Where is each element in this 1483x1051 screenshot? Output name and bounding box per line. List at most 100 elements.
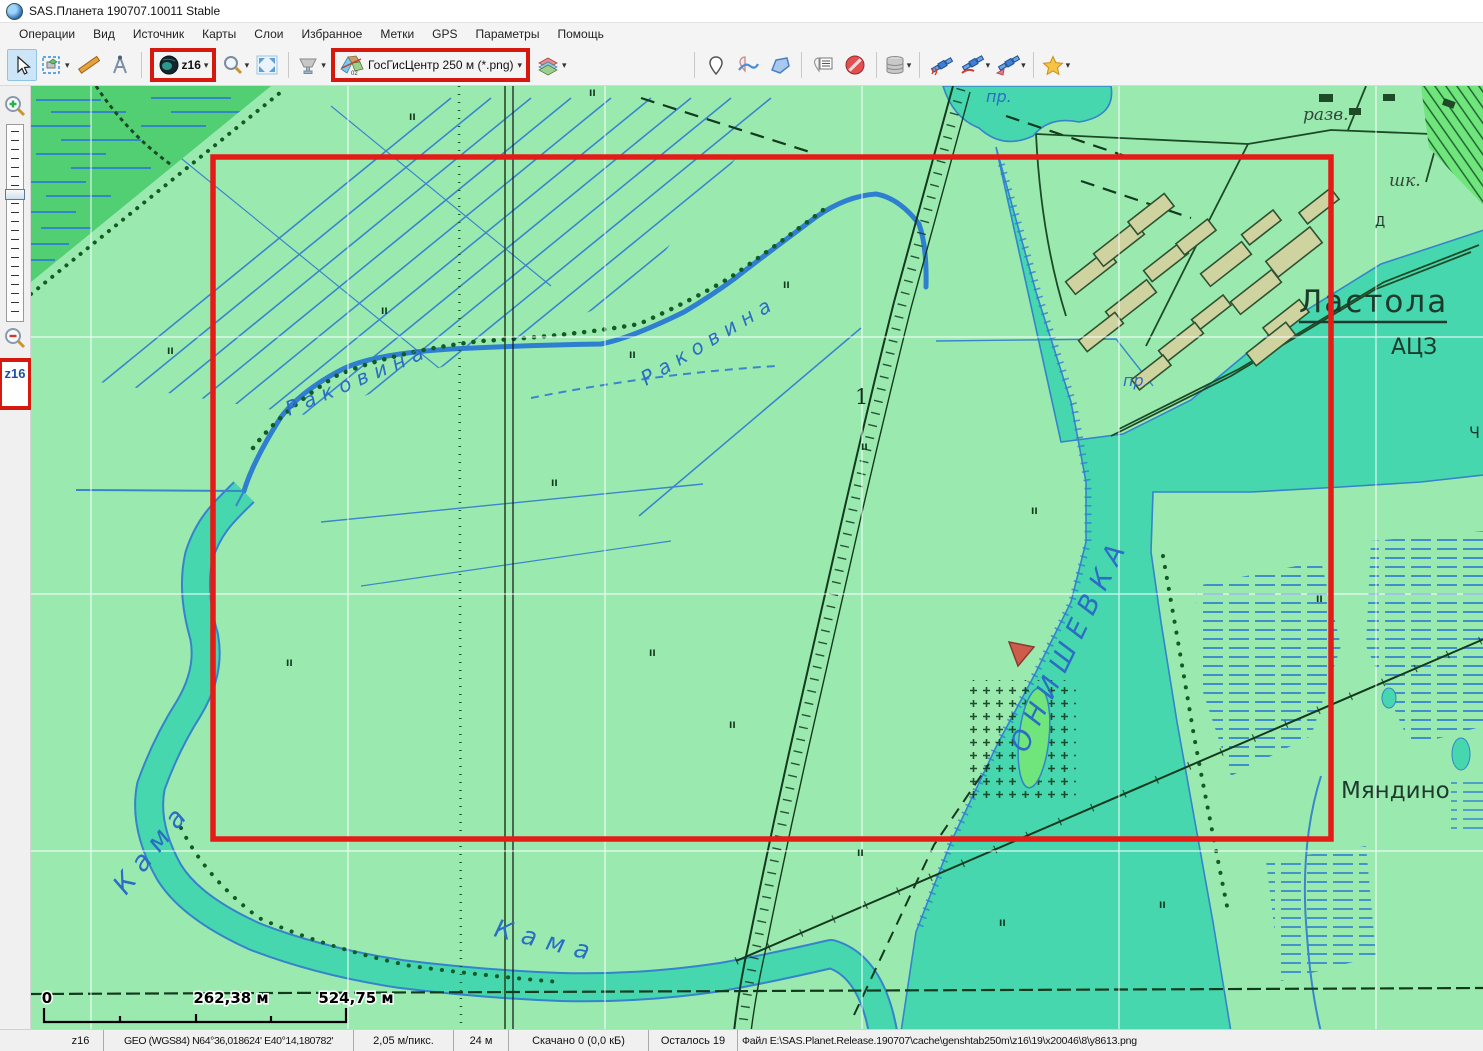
cursor-tool-button[interactable]: [7, 49, 37, 81]
label-lastola: Ластола: [1299, 284, 1448, 320]
svg-text:II: II: [857, 849, 864, 859]
selection-tool-button[interactable]: ▾: [39, 49, 71, 81]
compass-icon: [109, 54, 131, 76]
menu-view[interactable]: Вид: [84, 25, 124, 43]
label-acz: АЦЗ: [1391, 335, 1437, 360]
zoom-in-icon[interactable]: [3, 94, 27, 120]
toolbar: ▾ z16 ▾: [0, 45, 1483, 86]
menu-gps[interactable]: GPS: [423, 25, 466, 43]
path-placemark-icon: [736, 54, 760, 76]
placemark-list-button[interactable]: [808, 49, 838, 81]
zoom-slider[interactable]: [6, 124, 24, 322]
gps-satellite-icon: [928, 53, 954, 77]
map-viewport[interactable]: IIII IIII IIII IIII IIII IIII IIII IIII …: [31, 86, 1483, 1029]
label-d: Д: [1375, 215, 1385, 230]
add-placemark-button[interactable]: [701, 49, 731, 81]
scale-mid: 262,38 м: [193, 989, 268, 1007]
status-spacer: [0, 1030, 58, 1051]
add-path-button[interactable]: [733, 49, 763, 81]
label-pr-top: пр.: [986, 87, 1012, 106]
gps-connect-button[interactable]: [926, 49, 956, 81]
compass-tool-button[interactable]: [105, 49, 135, 81]
window-title: SAS.Планета 190707.10011 Stable: [29, 4, 220, 18]
status-coordinates: GEO (WGS84) N64°36,018624' E40°14,180782…: [104, 1030, 354, 1051]
dropdown-arrow-icon[interactable]: ▾: [1066, 60, 1071, 71]
map-canvas[interactable]: IIII IIII IIII IIII IIII IIII IIII IIII …: [31, 86, 1483, 1029]
gps-marker-icon: [994, 53, 1020, 77]
label-myandino: Мяндино: [1341, 778, 1450, 804]
map-source-selector[interactable]: 02 ГосГисЦентр 250 м (*.png) ▾: [338, 49, 523, 81]
status-downloaded: Скачано 0 (0,0 кБ): [509, 1030, 649, 1051]
dropdown-arrow-icon[interactable]: ▾: [986, 60, 991, 71]
star-icon: [1041, 54, 1065, 76]
label-razv: разв.: [1303, 105, 1349, 125]
globe-icon: [158, 54, 180, 76]
magnifier-icon: [222, 54, 244, 76]
status-resolution: 2,05 м/пикс.: [354, 1030, 454, 1051]
zoom-selector-value: z16: [182, 58, 201, 72]
status-altitude: 24 м: [454, 1030, 509, 1051]
toolbar-separator: [1033, 52, 1034, 78]
app-window: SAS.Планета 190707.10011 Stable Операции…: [0, 0, 1483, 1051]
favorites-button[interactable]: ▾: [1040, 49, 1072, 81]
layers-button[interactable]: ▾: [534, 49, 568, 81]
ruler-icon: [76, 54, 100, 76]
menu-layers[interactable]: Слои: [245, 25, 292, 43]
layers-icon: [535, 54, 561, 76]
toolbar-separator: [288, 52, 289, 78]
polygon-placemark-icon: [768, 54, 792, 76]
status-remaining: Осталось 19: [649, 1030, 738, 1051]
svg-text:II: II: [999, 919, 1006, 929]
database-icon: [884, 54, 906, 76]
gps-marker-button[interactable]: ▾: [993, 49, 1027, 81]
menu-settings[interactable]: Параметры: [467, 25, 549, 43]
map-source-highlight: 02 ГосГисЦентр 250 м (*.png) ▾: [331, 48, 530, 82]
cache-mode-button[interactable]: ▾: [295, 49, 327, 81]
no-entry-icon: [843, 54, 867, 76]
ruler-tool-button[interactable]: [73, 49, 103, 81]
menu-placemarks[interactable]: Метки: [371, 25, 423, 43]
zoom-out-icon[interactable]: [3, 326, 27, 352]
svg-text:II: II: [589, 89, 596, 99]
gps-track-button[interactable]: ▾: [958, 49, 992, 81]
dropdown-arrow-icon[interactable]: ▾: [907, 60, 912, 71]
svg-text:II: II: [1316, 595, 1323, 605]
search-button[interactable]: ▾: [220, 49, 250, 81]
dropdown-arrow-icon[interactable]: ▾: [204, 60, 209, 71]
fullscreen-button[interactable]: [252, 49, 282, 81]
toolbar-separator: [801, 52, 802, 78]
svg-text:II: II: [286, 659, 293, 669]
status-bar: z16 GEO (WGS84) N64°36,018624' E40°14,18…: [0, 1029, 1483, 1051]
dropdown-arrow-icon[interactable]: ▾: [65, 60, 70, 71]
hide-placemarks-button[interactable]: [840, 49, 870, 81]
menu-help[interactable]: Помощь: [548, 25, 612, 43]
svg-text:II: II: [409, 113, 416, 123]
dropdown-arrow-icon[interactable]: ▾: [518, 60, 523, 71]
svg-text:II: II: [167, 347, 174, 357]
menu-maps[interactable]: Карты: [193, 25, 245, 43]
menu-favorites[interactable]: Избранное: [292, 25, 371, 43]
toolbar-separator: [141, 52, 142, 78]
download-manager-button[interactable]: ▾: [883, 49, 913, 81]
svg-text:II: II: [1031, 507, 1038, 517]
svg-text:II: II: [861, 443, 868, 453]
dropdown-arrow-icon[interactable]: ▾: [1021, 60, 1026, 71]
label-ch: Ч: [1469, 423, 1480, 442]
zoom-selector-button[interactable]: z16 ▾: [157, 49, 210, 81]
dropdown-arrow-icon[interactable]: ▾: [321, 60, 326, 71]
add-polygon-button[interactable]: [765, 49, 795, 81]
svg-text:II: II: [1159, 901, 1166, 911]
cache-icon: [296, 54, 320, 76]
zoom-slider-handle[interactable]: [5, 189, 25, 200]
svg-text:II: II: [551, 479, 558, 489]
cursor-icon: [11, 54, 33, 76]
dropdown-arrow-icon[interactable]: ▾: [245, 60, 250, 71]
svg-text:II: II: [783, 281, 790, 291]
menu-source[interactable]: Источник: [124, 25, 193, 43]
fullscreen-icon: [255, 54, 279, 76]
gps-track-icon: [959, 53, 985, 77]
app-logo-icon: [6, 3, 23, 20]
dropdown-arrow-icon[interactable]: ▾: [562, 60, 567, 71]
menu-operations[interactable]: Операции: [10, 25, 84, 43]
map-source-label: ГосГисЦентр 250 м (*.png): [368, 58, 514, 72]
